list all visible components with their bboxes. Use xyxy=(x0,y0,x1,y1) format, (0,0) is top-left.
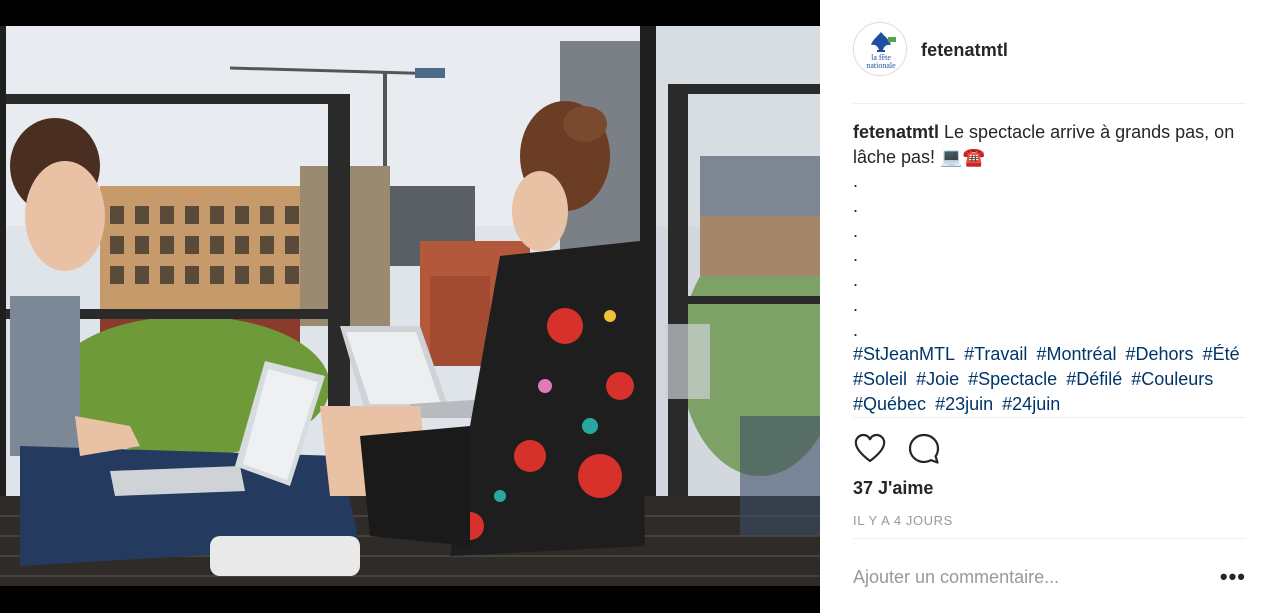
hashtag-list: #StJeanMTL #Travail #Montréal #Dehors #É… xyxy=(853,342,1246,416)
post-photo[interactable] xyxy=(0,26,820,586)
caption-dot: . xyxy=(853,220,859,241)
hashtag-link[interactable]: #Spectacle xyxy=(968,369,1057,389)
hashtag-link[interactable]: #23juin xyxy=(935,394,993,414)
comment-box: ••• xyxy=(853,555,1246,599)
hashtag-link[interactable]: #Dehors xyxy=(1126,344,1194,364)
svg-text:nationale: nationale xyxy=(866,61,896,70)
hashtag-link[interactable]: #Été xyxy=(1203,344,1240,364)
divider xyxy=(853,417,1246,418)
post-caption: fetenatmtl Le spectacle arrive à grands … xyxy=(853,120,1246,416)
caption-dot: . xyxy=(853,319,859,340)
post-header: la fête nationale fetenatmtl xyxy=(853,22,1246,104)
hashtag-link[interactable]: #StJeanMTL xyxy=(853,344,955,364)
fete-nationale-logo-icon: la fête nationale xyxy=(854,23,906,75)
post-panel: la fête nationale fetenatmtl fetenatmtl … xyxy=(820,0,1280,613)
hashtag-link[interactable]: #Couleurs xyxy=(1131,369,1213,389)
post-actions xyxy=(853,432,941,468)
photo-pane xyxy=(0,0,820,613)
more-options-icon[interactable]: ••• xyxy=(1220,566,1246,588)
heart-icon xyxy=(854,433,886,463)
caption-dot: . xyxy=(853,270,859,291)
hashtag-link[interactable]: #Québec xyxy=(853,394,926,414)
hashtag-link[interactable]: #Défilé xyxy=(1066,369,1122,389)
hashtag-link[interactable]: #Joie xyxy=(916,369,959,389)
comment-button[interactable] xyxy=(907,432,941,466)
comment-bubble-icon xyxy=(908,433,940,464)
like-button[interactable] xyxy=(853,432,887,466)
hashtag-link[interactable]: #Travail xyxy=(964,344,1027,364)
post-username[interactable]: fetenatmtl xyxy=(921,40,1008,61)
hashtag-link[interactable]: #24juin xyxy=(1002,394,1060,414)
comment-input[interactable] xyxy=(853,566,1193,588)
hashtag-link[interactable]: #Soleil xyxy=(853,369,907,389)
post-timestamp[interactable]: IL Y A 4 JOURS xyxy=(853,513,953,528)
avatar[interactable]: la fête nationale xyxy=(853,22,907,76)
caption-dot: . xyxy=(853,171,859,192)
caption-dot: . xyxy=(853,294,859,315)
caption-dot: . xyxy=(853,245,859,266)
caption-dot: . xyxy=(853,196,859,217)
divider xyxy=(853,538,1246,539)
hashtag-link[interactable]: #Montréal xyxy=(1036,344,1116,364)
photo-illustration xyxy=(0,26,820,586)
caption-username[interactable]: fetenatmtl xyxy=(853,122,939,142)
likes-count[interactable]: 37 J'aime xyxy=(853,478,933,499)
